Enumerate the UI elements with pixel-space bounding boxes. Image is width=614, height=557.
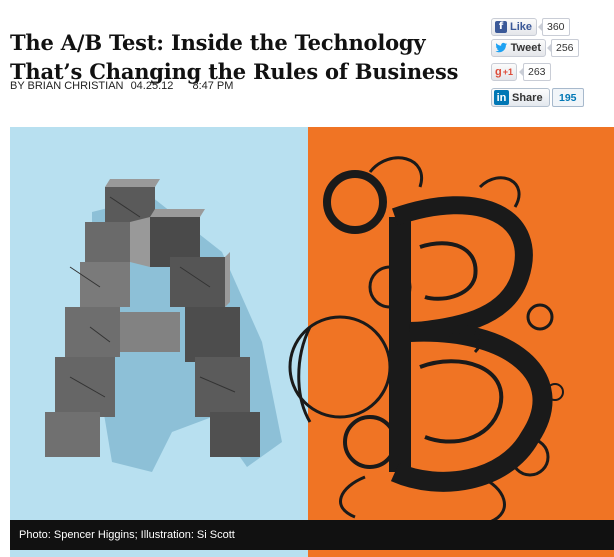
- tweet-button[interactable]: Tweet: [491, 39, 546, 57]
- linkedin-icon: in: [494, 90, 509, 105]
- twitter-bird-icon: [495, 42, 508, 53]
- google-plus-label: +1: [502, 67, 513, 77]
- facebook-like-count: 360: [538, 18, 570, 36]
- linkedin-share-count: 195: [552, 88, 584, 107]
- photo-caption: Photo: Spencer Higgins; Illustration: Si…: [10, 520, 614, 550]
- hero-image: [10, 127, 614, 557]
- google-plus-icon: g: [495, 66, 502, 78]
- facebook-like-button[interactable]: f Like: [491, 18, 537, 36]
- facebook-like-label: Like: [509, 21, 532, 33]
- publish-date: 04.25.12: [130, 80, 174, 92]
- tweet-label: Tweet: [510, 42, 541, 54]
- linkedin-share-label: Share: [512, 91, 543, 104]
- facebook-icon: f: [495, 21, 507, 33]
- article-headline: The A/B Test: Inside the Technology That…: [10, 30, 459, 85]
- google-plus-count: 263: [519, 63, 551, 81]
- tweet-count: 256: [547, 39, 579, 57]
- publish-time: 8:47 PM: [192, 80, 234, 92]
- author-name[interactable]: BY BRIAN CHRISTIAN: [10, 80, 124, 92]
- ab-illustration: [10, 127, 614, 557]
- byline: BY BRIAN CHRISTIAN 04.25.12 8:47 PM: [10, 80, 237, 92]
- google-plus-button[interactable]: g +1: [491, 63, 517, 81]
- linkedin-share-button[interactable]: in Share: [491, 88, 550, 107]
